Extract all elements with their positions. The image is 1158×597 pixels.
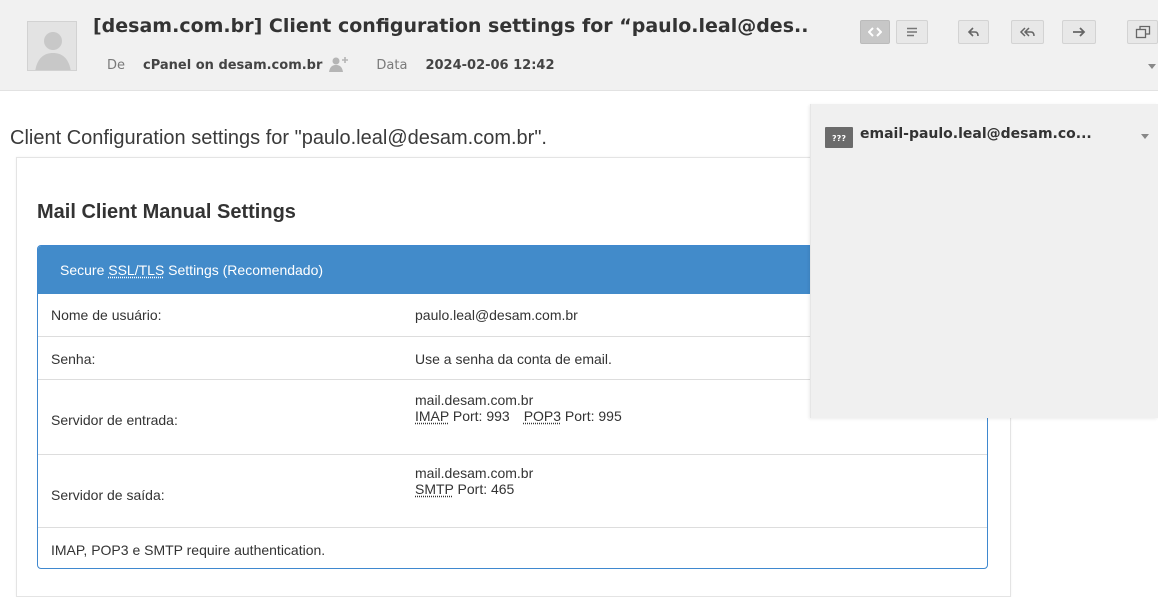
row-label: Senha: xyxy=(51,351,96,367)
unknown-file-icon[interactable]: ??? xyxy=(825,127,853,148)
message-subject: [desam.com.br] Client configuration sett… xyxy=(93,15,809,37)
from-value[interactable]: cPanel on desam.com.br xyxy=(143,58,322,73)
row-value: mail.desam.com.br SMTP Port: 465 xyxy=(415,465,533,497)
reply-all-button[interactable] xyxy=(1011,20,1044,44)
sender-avatar xyxy=(27,21,77,71)
row-label: Nome de usuário: xyxy=(51,307,162,323)
attachment-name[interactable]: email-paulo.leal@desam.co... xyxy=(860,126,1092,142)
incoming-host: mail.desam.com.br xyxy=(415,392,534,408)
card-title: Mail Client Manual Settings xyxy=(37,201,296,223)
reply-icon xyxy=(967,27,979,37)
from-label: De xyxy=(107,58,126,73)
incoming-ports: IMAP Port: 993 POP3 Port: 995 xyxy=(415,408,622,424)
reply-all-icon xyxy=(1019,27,1035,37)
table-row: IMAP, POP3 e SMTP require authentication… xyxy=(38,527,987,568)
person-icon xyxy=(35,32,71,70)
intro-text: Client Configuration settings for "paulo… xyxy=(10,127,547,149)
forward-icon xyxy=(1073,27,1086,37)
date-label: Data xyxy=(376,58,408,73)
date-value: 2024-02-06 12:42 xyxy=(425,58,555,73)
attachment-panel: ??? email-paulo.leal@desam.co... xyxy=(810,104,1158,418)
forward-button[interactable] xyxy=(1062,20,1096,44)
outgoing-ports: SMTP Port: 465 xyxy=(415,481,515,497)
row-value: paulo.leal@desam.com.br xyxy=(415,307,578,323)
html-source-button[interactable] xyxy=(860,20,890,44)
row-value: mail.desam.com.br IMAP Port: 993 POP3 Por… xyxy=(415,392,622,424)
popout-icon xyxy=(1135,25,1150,39)
reply-button[interactable] xyxy=(958,20,989,44)
plain-text-button[interactable] xyxy=(896,20,928,44)
message-meta: De cPanel on desam.com.br Data 2024-02-06 1… xyxy=(107,56,555,73)
table-row: Servidor de saída: mail.desam.com.br SMT… xyxy=(38,454,987,527)
row-value: Use a senha da conta de email. xyxy=(415,351,612,367)
row-label: Servidor de saída: xyxy=(51,487,165,503)
outgoing-host: mail.desam.com.br xyxy=(415,465,534,481)
popout-button[interactable] xyxy=(1127,20,1158,44)
message-header: [desam.com.br] Client configuration sett… xyxy=(0,0,1158,91)
code-icon xyxy=(868,27,882,37)
chevron-down-icon[interactable] xyxy=(1141,134,1149,139)
add-contact-icon[interactable] xyxy=(328,56,350,72)
row-label: Servidor de entrada: xyxy=(51,412,178,428)
menu-icon xyxy=(907,27,917,37)
chevron-down-icon[interactable] xyxy=(1148,64,1156,69)
auth-note: IMAP, POP3 e SMTP require authentication… xyxy=(51,542,326,558)
